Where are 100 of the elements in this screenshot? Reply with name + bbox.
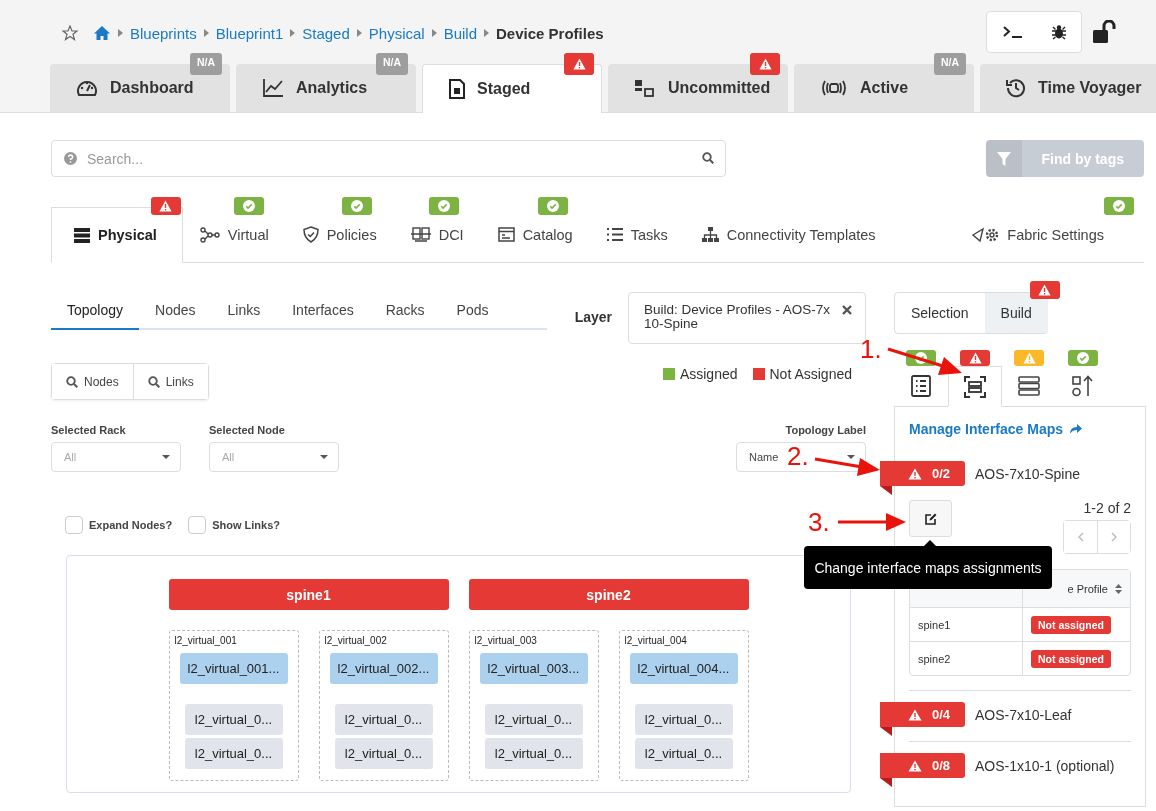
- main-tab[interactable]: Uncommitted: [608, 64, 788, 112]
- view-tab[interactable]: Racks: [369, 294, 441, 330]
- server-node[interactable]: l2_virtual_0...: [334, 738, 433, 769]
- spine-node[interactable]: spine1: [168, 579, 449, 610]
- status-badge: Not assigned: [1031, 615, 1111, 634]
- arrow: [814, 457, 880, 476]
- section-tab[interactable]: Virtual: [182, 207, 286, 262]
- hierarchy-icon: [701, 226, 719, 243]
- rack-label: l2_virtual_002: [324, 635, 388, 646]
- status-badge: Not assigned: [1031, 649, 1111, 668]
- section-tab[interactable]: Tasks: [589, 207, 685, 262]
- mode-tab[interactable]: Selection: [895, 293, 985, 333]
- sort-icon: [1072, 375, 1094, 397]
- chevron-right-icon: [356, 29, 362, 37]
- manage-interface-maps-link[interactable]: Manage Interface Maps: [909, 421, 1131, 437]
- breadcrumb-link[interactable]: Build: [443, 24, 477, 42]
- section-tab[interactable]: Physical: [51, 207, 183, 263]
- server-node[interactable]: l2_virtual_0...: [484, 738, 583, 769]
- section-tab[interactable]: Catalog: [480, 207, 590, 262]
- checkbox-label: Expand Nodes?: [89, 519, 173, 531]
- unlocked-padlock-icon[interactable]: [1092, 20, 1118, 44]
- server-node[interactable]: l2_virtual_0...: [634, 738, 733, 769]
- server-node[interactable]: l2_virtual_0...: [184, 738, 283, 769]
- search-icon: [147, 375, 160, 388]
- checkbox[interactable]: [188, 516, 207, 534]
- leaf-node[interactable]: l2_virtual_004...: [629, 653, 738, 684]
- view-tab[interactable]: Links: [211, 294, 277, 330]
- breadcrumb-link[interactable]: Blueprint1: [215, 24, 284, 42]
- chevron-right-icon: [203, 29, 209, 37]
- window-icon: [497, 227, 515, 242]
- arrow: [838, 513, 906, 531]
- check-icon: [1113, 200, 1125, 212]
- section-tab[interactable]: Connectivity Templates: [684, 207, 893, 262]
- main-tab[interactable]: Time Voyager: [980, 64, 1156, 112]
- list-icon: [606, 227, 623, 242]
- section-tab[interactable]: Fabric Settings: [954, 207, 1144, 262]
- gauge-icon: [76, 78, 98, 98]
- breadcrumb-link[interactable]: Blueprints: [130, 24, 197, 42]
- checkbox[interactable]: [65, 516, 83, 534]
- server-node[interactable]: l2_virtual_0...: [634, 704, 733, 735]
- chevron-right-icon: [118, 29, 123, 37]
- warning-icon: [908, 467, 922, 480]
- count-badge: 0/4: [880, 702, 965, 727]
- filter-icon: [996, 151, 1011, 166]
- section-tab[interactable]: Policies: [285, 207, 394, 262]
- check-icon: [546, 200, 559, 212]
- server-node[interactable]: l2_virtual_0...: [184, 704, 283, 735]
- filter-label: Topology Label: [785, 424, 866, 436]
- chevron-left-icon: [1077, 532, 1084, 542]
- mode-tab[interactable]: Build: [984, 293, 1048, 333]
- caret-icon: [162, 455, 170, 459]
- search-field[interactable]: Search...: [51, 140, 726, 177]
- status-badge: N/A: [189, 53, 222, 75]
- profile-name: AOS-7x10-Leaf: [975, 706, 1072, 723]
- search-icon: [66, 375, 78, 388]
- breadcrumb-link[interactable]: Physical: [368, 24, 425, 42]
- step-number: 2.: [787, 441, 809, 472]
- chevron-right-icon: [1111, 532, 1117, 542]
- boxes-icon: [634, 78, 656, 98]
- server-node[interactable]: l2_virtual_0...: [334, 704, 433, 735]
- main-tab[interactable]: Staged: [422, 64, 602, 113]
- section-tab[interactable]: DCI: [393, 207, 481, 262]
- leaf-node[interactable]: l2_virtual_001...: [179, 653, 288, 684]
- search-button[interactable]: Nodes: [52, 364, 133, 399]
- star-icon[interactable]: [62, 25, 78, 41]
- warning-icon: [159, 200, 173, 212]
- search-button[interactable]: Links: [132, 364, 208, 399]
- ribbon-fold: [880, 486, 892, 495]
- pagination-text: 1-2 of 2: [1083, 500, 1131, 516]
- check-icon: [350, 200, 363, 212]
- terminal-icon[interactable]: [1003, 25, 1023, 39]
- network-nodes-icon: [199, 226, 220, 243]
- warning-icon: [908, 708, 922, 721]
- step-number: 3.: [808, 507, 830, 538]
- build-tab[interactable]: [948, 366, 1002, 407]
- rack-label: l2_virtual_001: [174, 635, 238, 646]
- help-icon: [64, 152, 77, 165]
- view-tab[interactable]: Topology: [51, 294, 140, 330]
- line-chart-icon: [262, 78, 284, 98]
- bug-icon[interactable]: [1051, 24, 1067, 40]
- view-tab[interactable]: Pods: [440, 294, 505, 330]
- status-badge: N/A: [375, 53, 408, 75]
- view-tab[interactable]: Interfaces: [276, 294, 370, 330]
- server-icon: [74, 227, 90, 243]
- caret-icon: [847, 455, 855, 459]
- list-document-icon: [911, 375, 931, 397]
- count-badge: 0/2: [880, 461, 965, 486]
- ribbon-fold: [880, 778, 892, 787]
- leaf-node[interactable]: l2_virtual_002...: [329, 653, 438, 684]
- close-icon[interactable]: [842, 305, 852, 315]
- scan-icon: [964, 375, 986, 398]
- edit-button[interactable]: [909, 500, 952, 537]
- leaf-node[interactable]: l2_virtual_003...: [479, 653, 588, 684]
- view-tab[interactable]: Nodes: [139, 294, 212, 330]
- server-node[interactable]: l2_virtual_0...: [484, 704, 583, 735]
- checkbox-label: Show Links?: [212, 519, 280, 531]
- profile-name: AOS-7x10-Spine: [975, 465, 1081, 482]
- spine-node[interactable]: spine2: [468, 579, 749, 610]
- breadcrumb-link[interactable]: Staged: [302, 24, 350, 42]
- home-icon[interactable]: [93, 25, 111, 41]
